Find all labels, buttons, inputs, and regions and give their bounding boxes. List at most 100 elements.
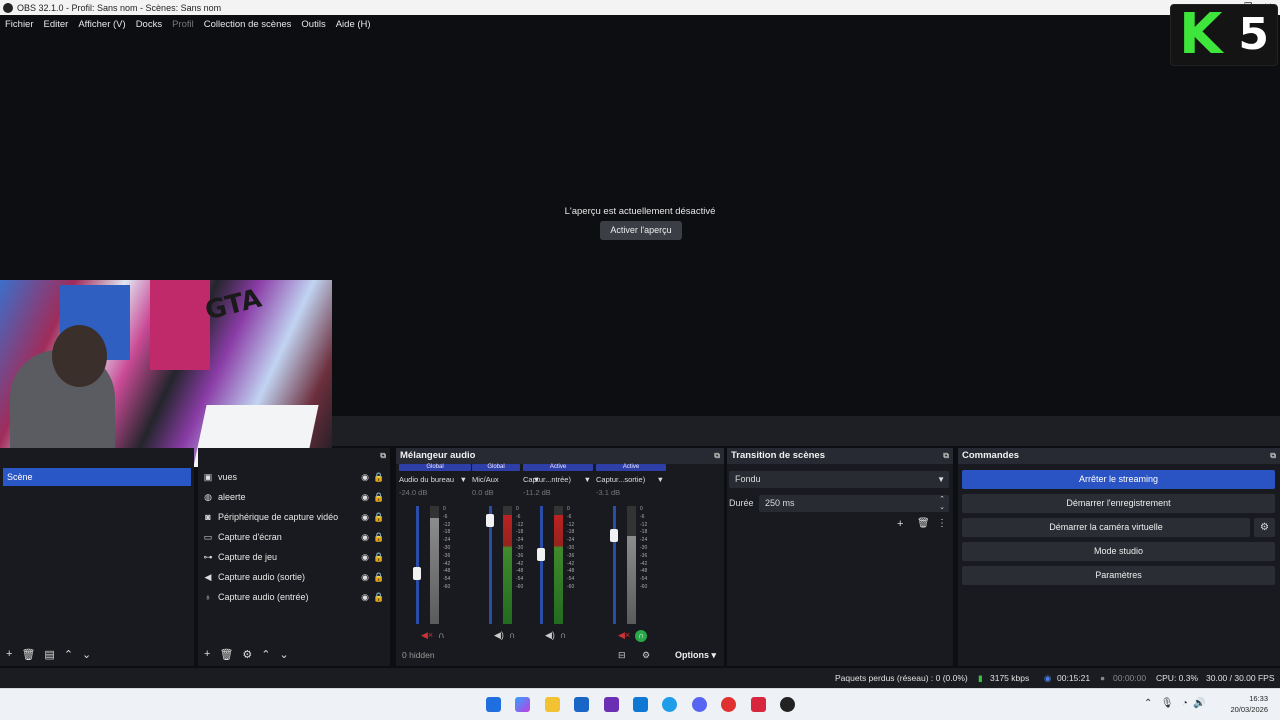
headphones-icon[interactable]: ∩ (560, 630, 566, 640)
up-arrow-icon[interactable]: ⌃ (64, 648, 73, 661)
app-icon[interactable] (604, 697, 619, 712)
source-item[interactable]: ◙ Périphérique de capture vidéo ◉ 🔒 (202, 508, 386, 526)
eye-icon[interactable]: ◉ (358, 592, 372, 603)
lock-icon[interactable]: 🔒 (372, 472, 386, 483)
start-virtual-camera-button[interactable]: Démarrer la caméra virtuelle (962, 518, 1250, 537)
chevron-up-icon[interactable]: ⌃ (1144, 698, 1152, 709)
trash-icon[interactable]: 🗑 (219, 648, 233, 661)
channel-name[interactable]: Audio du bureau ▼ (399, 475, 469, 484)
volume-slider[interactable] (540, 506, 543, 624)
folder-icon[interactable] (545, 697, 560, 712)
settings-icon[interactable]: ⚙ (642, 650, 650, 661)
source-item[interactable]: ▭ Capture d'écran ◉ 🔒 (202, 528, 386, 546)
lock-icon[interactable]: 🔒 (372, 492, 386, 503)
menu-profil[interactable]: Profil (172, 19, 194, 30)
filter-icon[interactable]: ▤ (44, 648, 54, 661)
app-icon[interactable] (751, 697, 766, 712)
lock-icon[interactable]: 🔒 (372, 532, 386, 543)
popout-icon[interactable]: ⧉ (714, 448, 720, 464)
date: 20/03/2026 (1230, 705, 1268, 714)
mute-icon[interactable]: ◀× (618, 630, 630, 640)
channel-name[interactable]: Captur...sortie) ▼ (596, 475, 666, 484)
settings-button[interactable]: Paramètres (962, 566, 1275, 585)
headphones-icon[interactable]: ∩ (438, 630, 444, 640)
wifi-icon[interactable]: ◔ (1182, 698, 1188, 709)
copilot-icon[interactable] (515, 697, 530, 712)
add-icon[interactable]: + (204, 648, 210, 660)
chevron-down-icon: ▼ (583, 475, 591, 484)
eye-icon[interactable]: ◉ (358, 572, 372, 583)
up-arrow-icon[interactable]: ⌃ (261, 648, 270, 661)
menu-editer[interactable]: Editer (44, 19, 69, 30)
record-time: 00:00:00 (1113, 673, 1147, 683)
eye-icon[interactable]: ◉ (358, 532, 372, 543)
down-arrow-icon[interactable]: ⌄ (82, 648, 91, 661)
menu-docks[interactable]: Docks (136, 19, 162, 30)
outlook-icon[interactable] (633, 697, 648, 712)
add-icon[interactable]: + (897, 518, 903, 530)
volume-slider-thumb[interactable] (486, 514, 494, 528)
transition-select[interactable]: Fondu ▼ (729, 471, 949, 488)
lock-icon[interactable]: 🔒 (372, 572, 386, 583)
source-item[interactable]: ⊶ Capture de jeu ◉ 🔒 (202, 548, 386, 566)
more-icon[interactable]: ⋮ (937, 518, 947, 529)
source-item[interactable]: ◍ aleerte ◉ 🔒 (202, 488, 386, 506)
store-icon[interactable] (574, 697, 589, 712)
stop-streaming-button[interactable]: Arrêter le streaming (962, 470, 1275, 489)
app-icon[interactable] (721, 697, 736, 712)
eye-icon[interactable]: ◉ (358, 552, 372, 563)
scale-tick: -6 (640, 513, 645, 520)
discord-icon[interactable] (692, 697, 707, 712)
volume-slider-thumb[interactable] (610, 529, 618, 543)
speaker-icon[interactable]: ◀) (545, 630, 555, 640)
headphones-icon[interactable]: ∩ (635, 630, 648, 642)
source-item[interactable]: ◀ Capture audio (sortie) ◉ 🔒 (202, 568, 386, 586)
lock-icon[interactable]: 🔒 (372, 552, 386, 563)
volume-slider-thumb[interactable] (413, 566, 421, 580)
channel-name[interactable]: Captur...ntrée) ▼ (523, 475, 593, 484)
eye-icon[interactable]: ◉ (358, 512, 372, 523)
source-item[interactable]: ♁ Capture audio (entrée) ◉ 🔒 (202, 588, 386, 606)
gear-icon[interactable]: ⚙ (242, 648, 252, 661)
options-button[interactable]: Options ▾ (675, 650, 716, 661)
popout-icon[interactable]: ⧉ (943, 448, 949, 464)
edge-icon[interactable] (662, 697, 677, 712)
mute-icon[interactable]: ◀× (421, 630, 433, 640)
studio-mode-button[interactable]: Mode studio (962, 542, 1275, 561)
volume-icon[interactable]: 🔊 (1193, 698, 1205, 709)
clock[interactable]: 16:33 20/03/2026 (1230, 693, 1268, 715)
start-icon[interactable] (486, 697, 501, 712)
source-item[interactable]: ▣ vues ◉ 🔒 (202, 468, 386, 486)
popout-icon[interactable]: ⧉ (380, 448, 386, 464)
lock-icon[interactable]: 🔒 (372, 592, 386, 603)
popout-icon[interactable]: ⧉ (1270, 448, 1276, 464)
enable-preview-button[interactable]: Activer l'aperçu (600, 221, 682, 240)
layout-icon[interactable]: ⊟ (618, 650, 626, 661)
obs-icon[interactable] (780, 697, 795, 712)
volume-slider-thumb[interactable] (537, 548, 545, 561)
lock-icon[interactable]: 🔒 (372, 512, 386, 523)
trash-icon[interactable]: 🗑 (917, 518, 930, 529)
volume-slider[interactable] (613, 506, 616, 624)
add-icon[interactable]: + (6, 648, 12, 660)
down-arrow-icon[interactable]: ⌄ (280, 648, 289, 661)
eye-icon[interactable]: ◉ (358, 472, 372, 483)
headphones-icon[interactable]: ∩ (509, 630, 515, 640)
menu-aide[interactable]: Aide (H) (336, 19, 371, 30)
volume-slider[interactable] (416, 506, 419, 624)
start-recording-button[interactable]: Démarrer l'enregistrement (962, 494, 1275, 513)
menu-outils[interactable]: Outils (301, 19, 325, 30)
menu-afficher[interactable]: Afficher (V) (78, 19, 125, 30)
menu-fichier[interactable]: Fichier (5, 19, 34, 30)
microphone-icon[interactable]: 🎙 (1161, 698, 1174, 709)
gear-icon[interactable]: ⚙ (1254, 518, 1275, 537)
menu-collection[interactable]: Collection de scènes (204, 19, 292, 30)
eye-icon[interactable]: ◉ (358, 492, 372, 503)
channel-controls: ◀× ∩ (618, 630, 666, 642)
duration-input[interactable]: 250 ms ⌃ ⌄ (759, 495, 949, 512)
trash-icon[interactable]: 🗑 (21, 648, 35, 661)
speaker-icon[interactable]: ◀) (494, 630, 504, 640)
spinner-icon[interactable]: ⌃ ⌄ (939, 496, 945, 512)
scene-item[interactable]: Scène (3, 468, 191, 486)
chevron-down-icon: ▼ (656, 475, 664, 484)
